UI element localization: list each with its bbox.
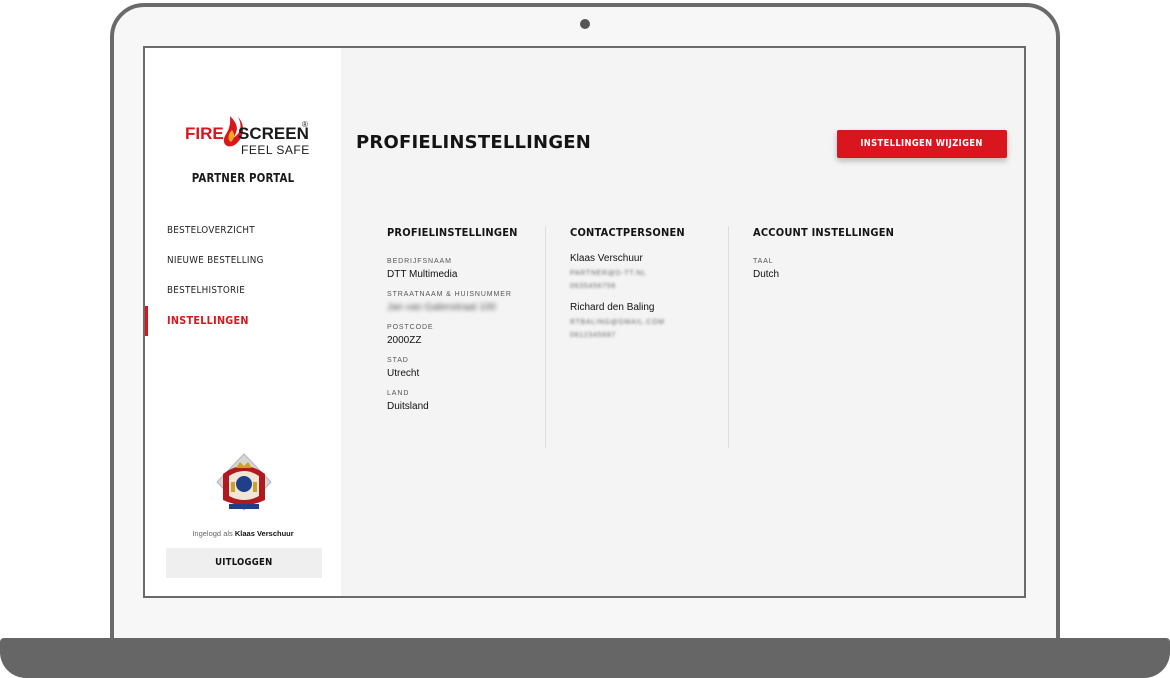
field-value: Dutch [753, 269, 780, 280]
contact-phone: 0612345687 [570, 332, 616, 339]
sidebar-item-label: BESTELOVERZICHT [167, 225, 255, 236]
logo-fire-text: FIRE [185, 124, 224, 143]
brand-logo[interactable]: FIRE SCREEN ® FEEL SAFE [183, 112, 313, 162]
column-divider [728, 226, 729, 448]
logo-registered-mark: ® [302, 120, 308, 129]
account-heading: ACCOUNT INSTELLINGEN [753, 226, 895, 239]
logo-screen-text: SCREEN [238, 124, 309, 143]
contacts-section: CONTACTPERSONEN Klaas Verschuur PARTNER@… [570, 226, 720, 351]
field-stad: STAD Utrecht [387, 357, 537, 379]
app-screen: FIRE SCREEN ® FEEL SAFE PARTNER PORTAL B… [143, 46, 1026, 598]
field-label: TAAL [753, 258, 774, 265]
logout-label: UITLOGGEN [215, 557, 273, 568]
portal-name: PARTNER PORTAL [191, 170, 295, 185]
field-label: LAND [387, 390, 410, 397]
edit-settings-button[interactable]: INSTELLINGEN WIJZIGEN [837, 130, 1007, 158]
sidebar-item-besteloverzicht[interactable]: BESTELOVERZICHT [145, 216, 341, 246]
field-value: Jan van Galenstraat 100 [387, 302, 496, 313]
page-title: PROFIELINSTELLINGEN [356, 132, 592, 153]
account-section: ACCOUNT INSTELLINGEN TAAL Dutch [753, 226, 933, 291]
logged-in-user: Klaas Verschuur [234, 529, 294, 538]
field-land: LAND Duitsland [387, 390, 537, 412]
contact-name: Klaas Verschuur [570, 253, 643, 264]
profile-section: PROFIELINSTELLINGEN BEDRIJFSNAAM DTT Mul… [387, 226, 537, 423]
field-value: Utrecht [387, 368, 420, 379]
contact-card: Klaas Verschuur PARTNER@D-TT.NL 06354567… [570, 253, 720, 290]
sidebar-item-nieuwe-bestelling[interactable]: NIEUWE BESTELLING [145, 246, 341, 276]
logged-in-prefix: Ingelogd als [192, 529, 233, 538]
field-bedrijfsnaam: BEDRIJFSNAAM DTT Multimedia [387, 258, 537, 280]
field-value: Duitsland [387, 401, 429, 412]
field-label: BEDRIJFSNAAM [387, 258, 452, 265]
logged-in-status: Ingelogd als Klaas Verschuur [145, 529, 341, 538]
sidebar-item-label: INSTELLINGEN [167, 314, 249, 327]
logout-button[interactable]: UITLOGGEN [166, 548, 322, 578]
logo-tagline: FEEL SAFE [241, 143, 310, 157]
contact-email: RTBALING@GMAIL.COM [570, 319, 665, 326]
edit-settings-label: INSTELLINGEN WIJZIGEN [860, 138, 984, 149]
contact-card: Richard den Baling RTBALING@GMAIL.COM 06… [570, 302, 720, 339]
camera-icon [580, 19, 590, 29]
profile-heading: PROFIELINSTELLINGEN [387, 226, 518, 239]
main-content: PROFIELINSTELLINGEN INSTELLINGEN WIJZIGE… [341, 48, 1024, 596]
sidebar-item-bestelhistorie[interactable]: BESTELHISTORIE [145, 276, 341, 306]
field-taal: TAAL Dutch [753, 258, 933, 280]
contact-name: Richard den Baling [570, 302, 655, 313]
sidebar: FIRE SCREEN ® FEEL SAFE PARTNER PORTAL B… [145, 48, 341, 596]
column-divider [545, 226, 546, 448]
field-straatnaam: STRAATNAAM & HUISNUMMER Jan van Galenstr… [387, 291, 537, 313]
field-label: STAD [387, 357, 409, 364]
sidebar-item-label: BESTELHISTORIE [167, 285, 246, 296]
field-value: DTT Multimedia [387, 269, 458, 280]
firescreen-logo-icon: FIRE SCREEN ® FEEL SAFE [185, 116, 310, 157]
field-label: POSTCODE [387, 324, 434, 331]
field-postcode: POSTCODE 2000ZZ [387, 324, 537, 346]
royal-crest-icon [215, 452, 273, 518]
laptop-base [0, 638, 1170, 678]
field-value: 2000ZZ [387, 335, 422, 346]
sidebar-item-label: NIEUWE BESTELLING [167, 255, 264, 266]
contact-email: PARTNER@D-TT.NL [570, 270, 647, 277]
contact-phone: 0635456756 [570, 283, 616, 290]
field-label: STRAATNAAM & HUISNUMMER [387, 291, 512, 298]
sidebar-nav: BESTELOVERZICHT NIEUWE BESTELLING BESTEL… [145, 216, 341, 336]
sidebar-item-instellingen[interactable]: INSTELLINGEN [145, 306, 341, 336]
contacts-heading: CONTACTPERSONEN [570, 226, 685, 239]
